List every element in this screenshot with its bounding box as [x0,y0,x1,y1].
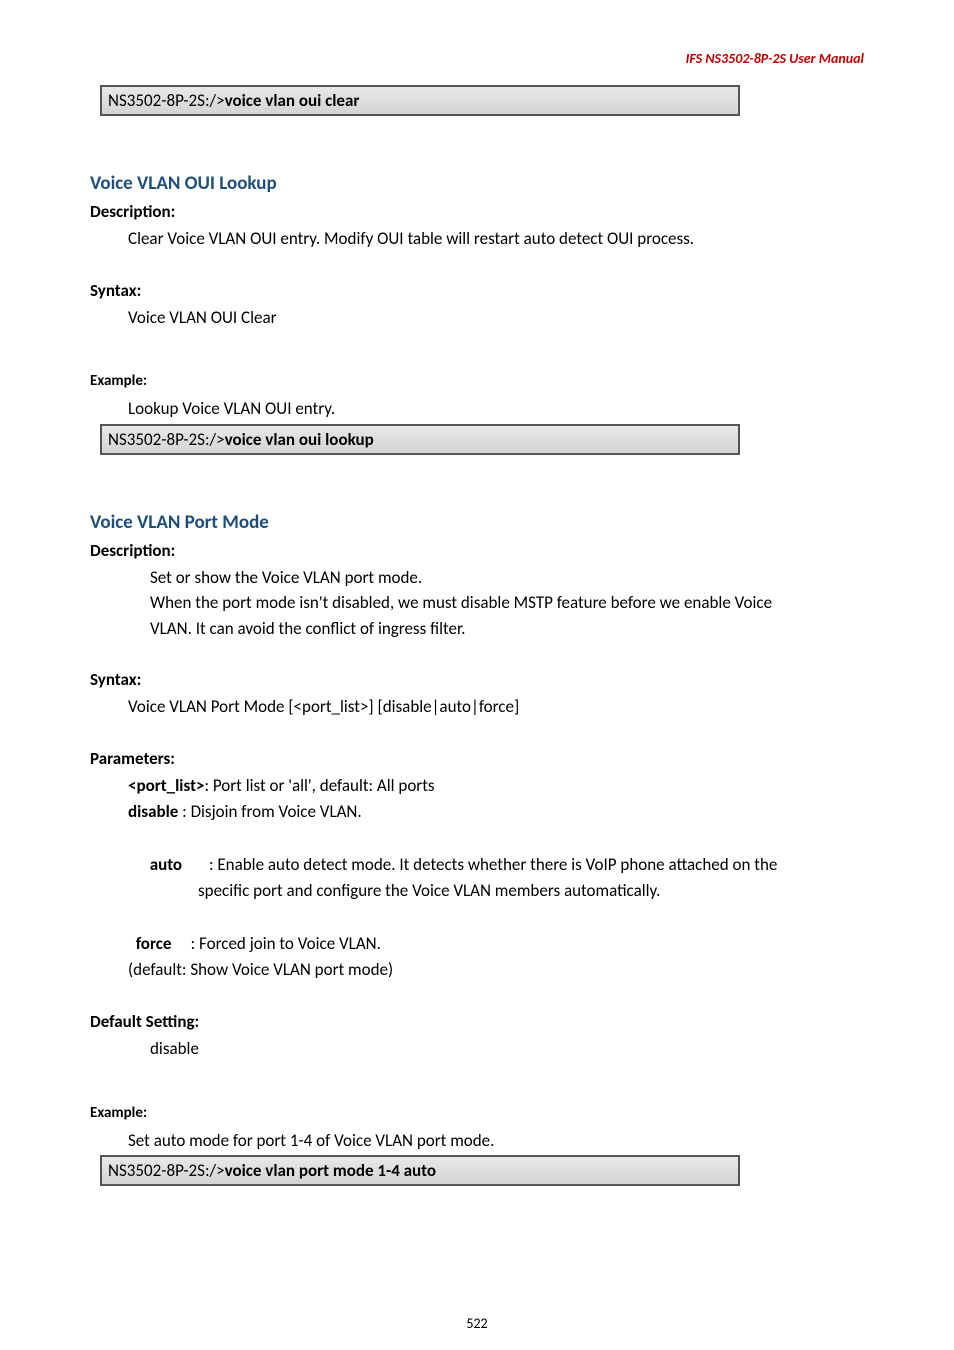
code-box-top: NS3502-8P-2S:/>voice vlan oui clear [100,85,740,116]
param-key: disable [128,801,178,822]
description-text: Clear Voice VLAN OUI entry. Modify OUI t… [128,226,864,252]
default-setting-text: disable [150,1036,864,1062]
param-auto: auto : Enable auto detect mode. It detec… [142,825,864,878]
example-label: Example: [90,1104,864,1122]
param-text: : Forced join to Voice VLAN. [171,933,380,954]
code-box-portmode: NS3502-8P-2S:/>voice vlan port mode 1-4 … [100,1155,740,1186]
description-label: Description: [90,540,864,561]
param-key: <port_list> [128,775,204,796]
description-line3: VLAN. It can avoid the conflict of ingre… [150,616,864,642]
section-title-oui-lookup: Voice VLAN OUI Lookup [90,172,864,195]
example-text: Set auto mode for port 1-4 of Voice VLAN… [128,1128,864,1154]
description-line2: When the port mode isn't disabled, we mu… [150,590,864,616]
section-title-port-mode: Voice VLAN Port Mode [90,511,864,534]
code-command: voice vlan port mode 1-4 auto [225,1160,437,1181]
param-text: : Port list or 'all', default: All ports [204,775,434,796]
parameters-label: Parameters: [90,748,864,769]
syntax-label: Syntax: [90,669,864,690]
param-auto-cont: specific port and configure the Voice VL… [198,878,864,904]
code-prompt: NS3502-8P-2S:/> [108,90,225,111]
example-label: Example: [90,372,864,390]
default-setting-label: Default Setting: [90,1011,864,1032]
page-header: IFS NS3502-8P-2S User Manual [90,50,864,67]
param-text: : Disjoin from Voice VLAN. [178,801,361,822]
param-default: (default: Show Voice VLAN port mode) [128,957,864,983]
syntax-label: Syntax: [90,280,864,301]
syntax-text: Voice VLAN OUI Clear [128,305,864,331]
param-force: force : Forced join to Voice VLAN. [128,904,864,957]
description-label: Description: [90,201,864,222]
code-box-lookup: NS3502-8P-2S:/>voice vlan oui lookup [100,424,740,455]
example-text: Lookup Voice VLAN OUI entry. [128,396,864,422]
code-prompt: NS3502-8P-2S:/> [108,429,225,450]
param-key: auto [150,854,182,875]
code-command: voice vlan oui lookup [225,429,374,450]
param-key: force [136,933,172,954]
description-line1: Set or show the Voice VLAN port mode. [150,565,864,591]
code-prompt: NS3502-8P-2S:/> [108,1160,225,1181]
param-portlist: <port_list>: Port list or 'all', default… [128,773,864,799]
syntax-text: Voice VLAN Port Mode [<port_list>] [disa… [128,694,864,720]
param-disable: disable : Disjoin from Voice VLAN. [128,799,864,825]
param-text: : Enable auto detect mode. It detects wh… [182,854,777,875]
code-command: voice vlan oui clear [225,90,360,111]
page-number: 522 [0,1315,954,1332]
